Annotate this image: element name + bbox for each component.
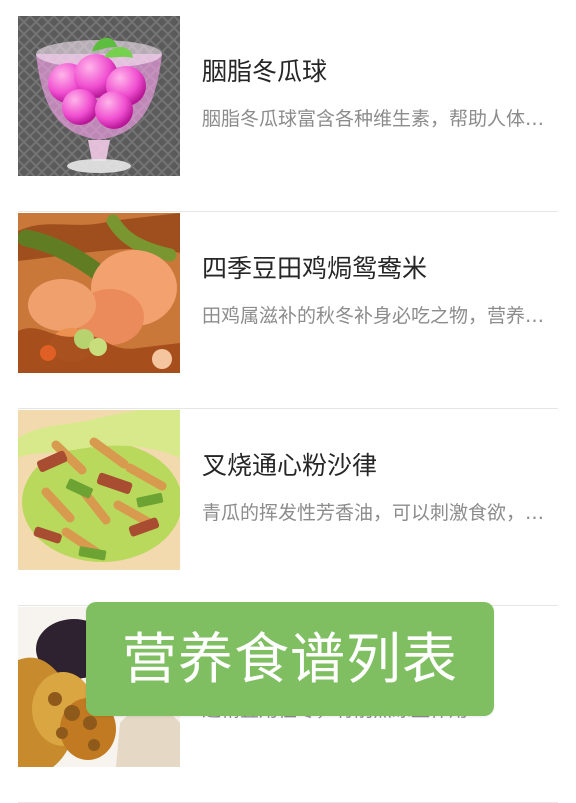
char-siu-macaroni-salad-photo (18, 410, 180, 570)
recipe-description: 青瓜的挥发性芳香油，可以刺激食欲，清爽可口 (202, 502, 552, 524)
recipe-item-1[interactable]: 胭脂冬瓜球 胭脂冬瓜球富含各种维生素，帮助人体补充营养 (18, 16, 558, 212)
green-bean-frog-rice-photo (18, 213, 180, 373)
recipe-item-2[interactable]: 四季豆田鸡焗鸳鸯米 田鸡属滋补的秋冬补身必吃之物，营养丰富 (18, 213, 558, 409)
recipe-title: 胭脂冬瓜球 (202, 57, 328, 86)
recipe-description: 田鸡属滋补的秋冬补身必吃之物，营养丰富 (202, 305, 552, 327)
recipe-title: 叉烧通心粉沙律 (202, 451, 378, 480)
nutrition-recipe-list-banner: 营养食谱列表 (86, 602, 494, 716)
recipe-title: 四季豆田鸡焗鸳鸯米 (202, 254, 428, 283)
rouge-winter-melon-balls-photo (18, 16, 180, 176)
recipe-description: 胭脂冬瓜球富含各种维生素，帮助人体补充营养 (202, 108, 552, 130)
recipe-item-3[interactable]: 叉烧通心粉沙律 青瓜的挥发性芳香油，可以刺激食欲，清爽可口 (18, 410, 558, 606)
